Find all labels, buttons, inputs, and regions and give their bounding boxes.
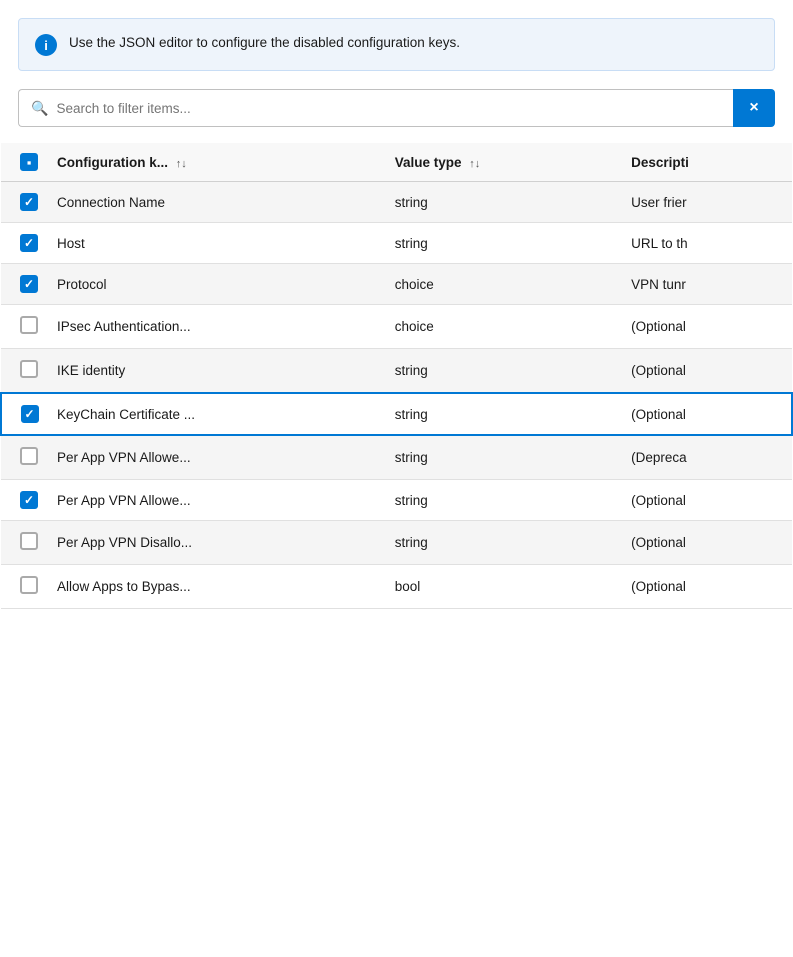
row-config-key: Connection Name: [49, 182, 387, 223]
table-row[interactable]: HoststringURL to th: [1, 223, 792, 264]
sort-icon-value: ↑↓: [469, 158, 480, 170]
table-row[interactable]: Allow Apps to Bypas...bool(Optional: [1, 565, 792, 609]
row-description: VPN tunr: [623, 264, 792, 305]
row-config-key: KeyChain Certificate ...: [49, 393, 387, 435]
row-checkbox-cell[interactable]: [1, 480, 49, 521]
search-clear-button[interactable]: ×: [733, 89, 775, 127]
row-checkbox-cell[interactable]: [1, 305, 49, 349]
row-config-key: IKE identity: [49, 349, 387, 394]
header-value-type[interactable]: Value type ↑↓: [387, 143, 623, 182]
table-row[interactable]: KeyChain Certificate ...string(Optional: [1, 393, 792, 435]
header-config-key[interactable]: Configuration k... ↑↓: [49, 143, 387, 182]
search-input-wrapper: 🔍: [18, 89, 733, 127]
row-checkbox-cell[interactable]: [1, 223, 49, 264]
table-row[interactable]: Per App VPN Disallo...string(Optional: [1, 521, 792, 565]
row-checkbox[interactable]: [20, 275, 38, 293]
row-value-type: string: [387, 182, 623, 223]
config-table: Configuration k... ↑↓ Value type ↑↓ Desc…: [0, 143, 793, 609]
row-description: (Optional: [623, 305, 792, 349]
row-description: (Optional: [623, 349, 792, 394]
info-banner: i Use the JSON editor to configure the d…: [18, 18, 775, 71]
table-row[interactable]: Connection NamestringUser frier: [1, 182, 792, 223]
row-config-key: Allow Apps to Bypas...: [49, 565, 387, 609]
row-value-type: choice: [387, 305, 623, 349]
row-checkbox[interactable]: [20, 193, 38, 211]
row-value-type: string: [387, 349, 623, 394]
row-checkbox[interactable]: [21, 405, 39, 423]
row-checkbox-cell[interactable]: [1, 565, 49, 609]
search-icon: 🔍: [31, 100, 48, 117]
table-container: Configuration k... ↑↓ Value type ↑↓ Desc…: [0, 143, 793, 609]
row-checkbox[interactable]: [20, 360, 38, 378]
row-checkbox-cell[interactable]: [1, 393, 49, 435]
table-row[interactable]: IKE identitystring(Optional: [1, 349, 792, 394]
row-checkbox-cell[interactable]: [1, 521, 49, 565]
table-header-row: Configuration k... ↑↓ Value type ↑↓ Desc…: [1, 143, 792, 182]
header-checkbox[interactable]: [20, 153, 38, 171]
row-description: (Optional: [623, 393, 792, 435]
row-checkbox-cell[interactable]: [1, 435, 49, 480]
row-checkbox-cell[interactable]: [1, 182, 49, 223]
search-bar-container: 🔍 ×: [18, 89, 775, 127]
row-checkbox[interactable]: [20, 316, 38, 334]
row-description: (Optional: [623, 521, 792, 565]
table-row[interactable]: Per App VPN Allowe...string(Depreca: [1, 435, 792, 480]
row-config-key: Per App VPN Disallo...: [49, 521, 387, 565]
table-row[interactable]: IPsec Authentication...choice(Optional: [1, 305, 792, 349]
row-checkbox-cell[interactable]: [1, 349, 49, 394]
row-value-type: string: [387, 480, 623, 521]
row-value-type: string: [387, 521, 623, 565]
row-checkbox[interactable]: [20, 491, 38, 509]
row-description: (Optional: [623, 480, 792, 521]
row-value-type: string: [387, 393, 623, 435]
row-value-type: string: [387, 435, 623, 480]
search-input[interactable]: [56, 101, 721, 116]
row-config-key: Per App VPN Allowe...: [49, 435, 387, 480]
header-description: Descripti: [623, 143, 792, 182]
info-banner-text: Use the JSON editor to configure the dis…: [69, 33, 460, 53]
row-checkbox[interactable]: [20, 447, 38, 465]
header-checkbox-cell[interactable]: [1, 143, 49, 182]
row-description: URL to th: [623, 223, 792, 264]
row-value-type: choice: [387, 264, 623, 305]
row-config-key: Per App VPN Allowe...: [49, 480, 387, 521]
row-config-key: IPsec Authentication...: [49, 305, 387, 349]
sort-icon-config: ↑↓: [176, 158, 187, 170]
row-value-type: string: [387, 223, 623, 264]
row-config-key: Protocol: [49, 264, 387, 305]
row-checkbox[interactable]: [20, 576, 38, 594]
table-row[interactable]: ProtocolchoiceVPN tunr: [1, 264, 792, 305]
table-row[interactable]: Per App VPN Allowe...string(Optional: [1, 480, 792, 521]
row-checkbox[interactable]: [20, 532, 38, 550]
info-icon: i: [35, 34, 57, 56]
row-checkbox-cell[interactable]: [1, 264, 49, 305]
row-description: User frier: [623, 182, 792, 223]
row-value-type: bool: [387, 565, 623, 609]
table-body: Connection NamestringUser frierHoststrin…: [1, 182, 792, 609]
close-icon: ×: [749, 99, 758, 117]
row-checkbox[interactable]: [20, 234, 38, 252]
row-description: (Optional: [623, 565, 792, 609]
row-description: (Depreca: [623, 435, 792, 480]
row-config-key: Host: [49, 223, 387, 264]
